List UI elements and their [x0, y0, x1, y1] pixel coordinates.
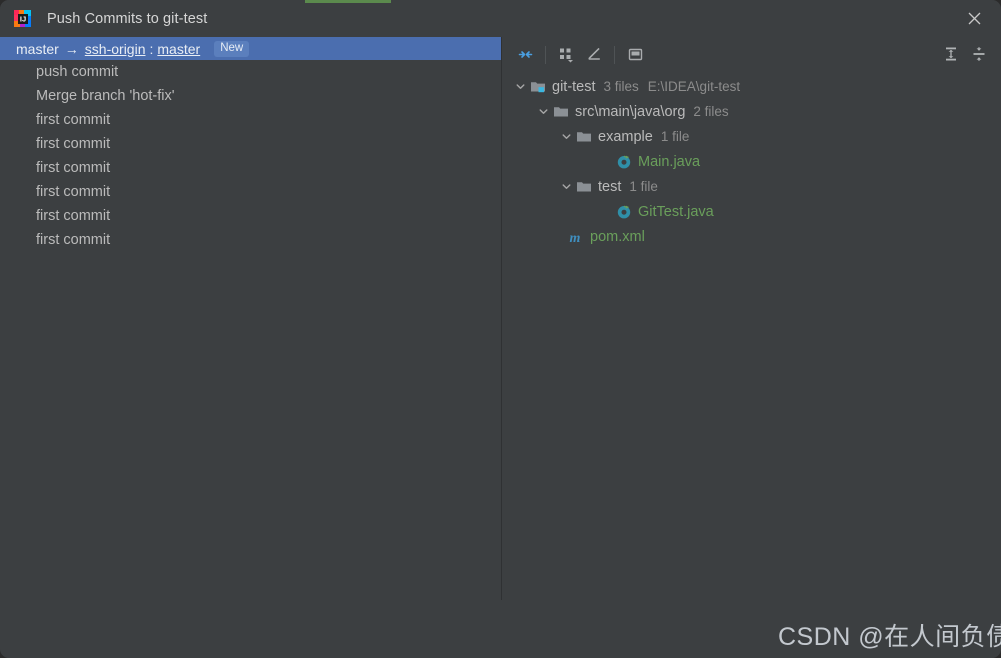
tree-path: E:\IDEA\git-test	[647, 79, 741, 94]
dialog-footer: ? Push tags: All Push Cancel	[0, 600, 1001, 658]
tree-node-test[interactable]: test 1 file	[502, 174, 1001, 199]
commit-row[interactable]: first commit	[0, 228, 501, 252]
commit-row[interactable]: first commit	[0, 204, 501, 228]
changed-files-tree: git-test 3 files E:\IDEA\git-test src\ma…	[502, 72, 1001, 600]
tree-file-count: 3 files	[603, 79, 639, 94]
commit-message: Merge branch 'hot-fix'	[36, 88, 175, 104]
folder-icon	[576, 129, 592, 144]
push-commits-dialog: IJ Push Commits to git-test master → ssh…	[0, 0, 1001, 658]
push-spec-row[interactable]: master → ssh-origin : master New	[0, 37, 501, 60]
tree-label: GitTest.java	[638, 203, 714, 220]
tree-label: test	[598, 178, 622, 195]
target-branch-link[interactable]: master	[157, 41, 200, 57]
tree-label: git-test	[552, 78, 596, 95]
maven-xml-icon: m	[566, 229, 584, 245]
chevron-down-icon[interactable]	[513, 79, 528, 94]
tree-label: Main.java	[638, 153, 701, 170]
collapse-all-icon[interactable]	[965, 41, 993, 67]
dialog-titlebar: IJ Push Commits to git-test	[0, 0, 1001, 37]
toolbar-separator	[545, 45, 546, 64]
push-arrow-glyph: →	[64, 40, 79, 57]
changed-files-pane: git-test 3 files E:\IDEA\git-test src\ma…	[502, 37, 1001, 600]
tree-node-src-main-java-org[interactable]: src\main\java\org 2 files	[502, 99, 1001, 124]
commit-message: push commit	[36, 64, 119, 80]
java-class-icon	[616, 204, 632, 220]
dialog-title: Push Commits to git-test	[47, 10, 208, 27]
edit-source-icon[interactable]	[580, 42, 608, 68]
remote-link[interactable]: ssh-origin	[85, 41, 146, 57]
changed-files-toolbar	[502, 37, 1001, 72]
tree-file-count: 1 file	[629, 179, 658, 194]
commit-message: first commit	[36, 184, 111, 200]
commit-row[interactable]: first commit	[0, 180, 501, 204]
tree-node-git-test[interactable]: git-test 3 files E:\IDEA\git-test	[502, 74, 1001, 99]
java-class-icon	[616, 154, 632, 170]
commit-message: first commit	[36, 136, 111, 152]
tree-file-count: 1 file	[660, 129, 690, 144]
folder-icon	[553, 104, 569, 119]
tree-file-count: 2 files	[693, 104, 729, 119]
preview-diff-icon[interactable]	[621, 42, 649, 68]
chevron-down-icon[interactable]	[559, 179, 574, 194]
close-icon[interactable]	[947, 0, 1001, 37]
expand-all-icon[interactable]	[937, 41, 965, 67]
toolbar-right-group	[937, 41, 993, 67]
chevron-down-icon[interactable]	[559, 129, 574, 144]
folder-icon	[576, 179, 592, 194]
tree-node-example[interactable]: example 1 file	[502, 124, 1001, 149]
commit-message: first commit	[36, 208, 111, 224]
tree-label: pom.xml	[590, 228, 645, 245]
tree-label: src\main\java\org	[575, 103, 686, 120]
intellij-idea-icon: IJ	[13, 9, 33, 29]
repo-row-separator: :	[149, 40, 154, 57]
tree-node-gittest-java[interactable]: GitTest.java	[502, 199, 1001, 224]
top-progress-sliver	[305, 0, 391, 3]
commit-list-pane: master → ssh-origin : master New push co…	[0, 37, 501, 600]
commit-message: first commit	[36, 232, 111, 248]
tree-label: example	[598, 128, 653, 145]
commit-row[interactable]: push commit	[0, 60, 501, 84]
new-branch-badge: New	[214, 40, 250, 57]
svg-text:m: m	[570, 231, 581, 245]
chevron-down-icon[interactable]	[536, 104, 551, 119]
commit-row[interactable]: Merge branch 'hot-fix'	[0, 84, 501, 108]
toolbar-separator	[614, 45, 615, 64]
commit-message: first commit	[36, 160, 111, 176]
tree-node-pom-xml[interactable]: m pom.xml	[502, 224, 1001, 249]
svg-text:IJ: IJ	[20, 14, 26, 23]
group-by-icon[interactable]	[552, 42, 580, 68]
tree-node-main-java[interactable]: Main.java	[502, 149, 1001, 174]
expand-collapse-selection-icon[interactable]	[511, 42, 539, 68]
source-branch-label: master	[16, 40, 59, 57]
commit-row[interactable]: first commit	[0, 108, 501, 132]
module-folder-icon	[530, 79, 546, 94]
commit-row[interactable]: first commit	[0, 156, 501, 180]
commit-rows: push commit Merge branch 'hot-fix' first…	[0, 60, 501, 252]
dialog-body: master → ssh-origin : master New push co…	[0, 37, 1001, 600]
commit-row[interactable]: first commit	[0, 132, 501, 156]
commit-message: first commit	[36, 112, 111, 128]
